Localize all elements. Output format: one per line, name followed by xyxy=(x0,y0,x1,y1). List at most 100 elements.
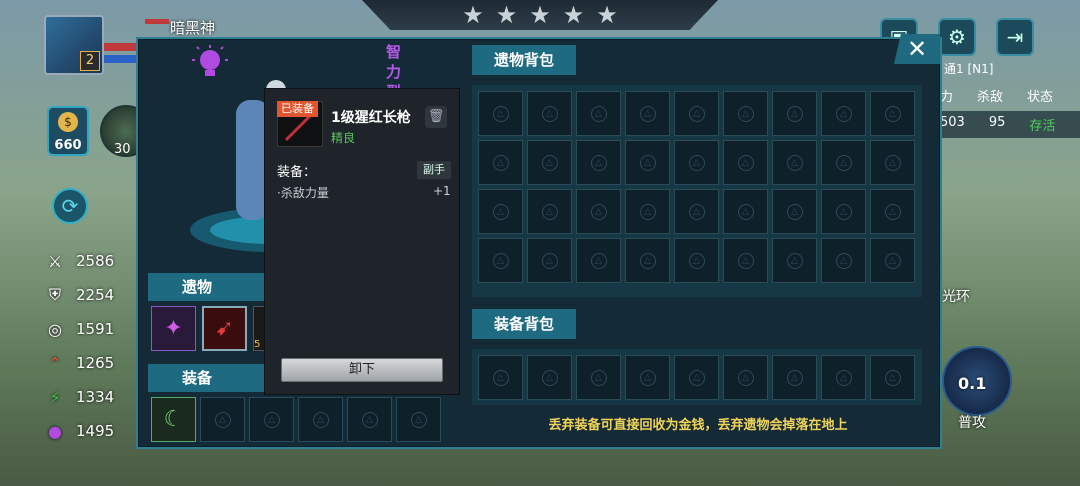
relic-bag-slot[interactable]: △ xyxy=(478,140,523,185)
relic-bag-slot[interactable]: △ xyxy=(527,91,572,136)
relic-bag-slot[interactable]: △ xyxy=(723,189,768,234)
relic-bag-slot[interactable]: △ xyxy=(576,140,621,185)
empty-slot-icon: △ xyxy=(639,369,656,386)
empty-slot-icon: △ xyxy=(786,369,803,386)
relic-bag-slot[interactable]: △ xyxy=(625,140,670,185)
empty-slot-icon: △ xyxy=(786,203,803,220)
relic-bag-slot[interactable]: △ xyxy=(821,189,866,234)
relic-bag-slot[interactable]: △ xyxy=(478,91,523,136)
equip-bag-slot[interactable]: △ xyxy=(870,355,915,400)
relic-bag-slot[interactable]: △ xyxy=(772,189,817,234)
equip-bag-slot[interactable]: △ xyxy=(625,355,670,400)
relic-bag-slot[interactable]: △ xyxy=(527,140,572,185)
empty-slot-icon: △ xyxy=(786,154,803,171)
player-avatar[interactable]: 2 xyxy=(44,15,104,75)
relic-bag-slot[interactable]: △ xyxy=(625,189,670,234)
equip-slot[interactable]: △ xyxy=(396,397,441,442)
relic-bag-slot[interactable]: △ xyxy=(625,91,670,136)
equip-slot[interactable]: △ xyxy=(249,397,294,442)
relic-slot-1[interactable]: ✦ xyxy=(151,306,196,351)
relic-section-tab[interactable]: 遗物 xyxy=(148,273,264,301)
equip-bag-slot[interactable]: △ xyxy=(772,355,817,400)
star-icon: ★ xyxy=(529,1,551,29)
relic-bag-slot[interactable]: △ xyxy=(527,189,572,234)
refresh-icon[interactable]: ⟳ xyxy=(52,188,88,224)
relic-bag-slot[interactable]: △ xyxy=(870,189,915,234)
relic-bag-slot[interactable]: △ xyxy=(772,140,817,185)
money-bag-icon: $ xyxy=(58,112,78,132)
stat-value: 1334 xyxy=(76,388,115,406)
equip-bag-title: 装备背包 xyxy=(472,309,576,339)
relic-bag-slot[interactable]: △ xyxy=(723,140,768,185)
item-rarity: 精良 xyxy=(331,131,356,145)
equip-bag-grid: △ △ △ △ △ △ △ △ △ xyxy=(478,355,915,400)
relic-bag-slot[interactable]: △ xyxy=(772,91,817,136)
stat-value: 2586 xyxy=(76,252,115,270)
empty-slot-icon: △ xyxy=(688,154,705,171)
relic-bag-slot[interactable]: △ xyxy=(772,238,817,283)
hand-badge: 副手 xyxy=(417,161,451,179)
relic-bag-slot[interactable]: △ xyxy=(625,238,670,283)
equip-bag-slot[interactable]: △ xyxy=(723,355,768,400)
equip-bag-slot[interactable]: △ xyxy=(478,355,523,400)
relic-slot-3-count: 5 xyxy=(254,339,261,350)
relic-bag-slot[interactable]: △ xyxy=(576,189,621,234)
relic-bag-slot[interactable]: △ xyxy=(576,238,621,283)
gear-icon[interactable]: ⚙ xyxy=(938,18,976,56)
relic-bag-slot[interactable]: △ xyxy=(674,91,719,136)
trash-icon[interactable]: 🗑 xyxy=(425,106,447,128)
star-rating: ★ ★ ★ ★ ★ xyxy=(362,0,718,30)
empty-slot-icon: △ xyxy=(884,154,901,171)
equip-slot[interactable]: △ xyxy=(347,397,392,442)
equip-bag-slot[interactable]: △ xyxy=(527,355,572,400)
relic-bag-slot[interactable]: △ xyxy=(821,91,866,136)
equip-section-tab[interactable]: 装备 xyxy=(148,364,264,392)
header-status: 状态 xyxy=(1027,90,1054,105)
empty-slot-icon: △ xyxy=(737,369,754,386)
relic-bag-slot[interactable]: △ xyxy=(870,140,915,185)
stat-row: ⌃ 1265 xyxy=(44,352,114,374)
relic-bag-slot[interactable]: △ xyxy=(870,238,915,283)
stat-value: 2254 xyxy=(76,286,115,304)
player-level-badge: 2 xyxy=(80,51,100,71)
relic-bag-slot[interactable]: △ xyxy=(478,189,523,234)
empty-slot-icon: △ xyxy=(263,411,280,428)
equip-bag-slot[interactable]: △ xyxy=(821,355,866,400)
relic-bag-slot[interactable]: △ xyxy=(674,189,719,234)
aura-label: 光环 xyxy=(942,289,970,305)
stat-row: ⚡ 1334 xyxy=(44,386,114,408)
relic-bag-slot[interactable]: △ xyxy=(723,238,768,283)
close-icon[interactable]: ✕ xyxy=(894,34,940,64)
equip-bag-slot[interactable]: △ xyxy=(576,355,621,400)
relic-bag-slot[interactable]: △ xyxy=(576,91,621,136)
shield-icon: ⛨ xyxy=(48,285,61,304)
exit-icon[interactable]: ⇥ xyxy=(996,18,1034,56)
relic-bag-slot[interactable]: △ xyxy=(674,238,719,283)
equip-bag-slot[interactable]: △ xyxy=(674,355,719,400)
relic-bag-slot[interactable]: △ xyxy=(527,238,572,283)
relic-bag-grid: △ △ △ △ △ △ △ △ △ △ △ △ △ △ △ △ △ △ △ △ △ △ △ △ △ △ △ △ △ △ △ △ △ △ △ △ xyxy=(478,91,915,283)
equip-slot-scythe[interactable]: ☾ xyxy=(151,397,196,442)
relic-bag-slot[interactable]: △ xyxy=(821,238,866,283)
empty-slot-icon: △ xyxy=(590,252,607,269)
relic-bag-slot[interactable]: △ xyxy=(478,238,523,283)
equip-slot[interactable]: △ xyxy=(298,397,343,442)
relic-bag-slot[interactable]: △ xyxy=(821,140,866,185)
relic-bag-slot[interactable]: △ xyxy=(674,140,719,185)
star-icon: ★ xyxy=(462,1,484,29)
relic-bag-slot[interactable]: △ xyxy=(870,91,915,136)
relic-slot-2[interactable]: ➹ xyxy=(202,306,247,351)
effect-name: ·杀敌力量 xyxy=(277,186,329,200)
empty-slot-icon: △ xyxy=(884,105,901,122)
empty-slot-icon: △ xyxy=(835,154,852,171)
empty-slot-icon: △ xyxy=(786,252,803,269)
empty-slot-icon: △ xyxy=(492,252,509,269)
equip-slot[interactable]: △ xyxy=(200,397,245,442)
unequip-button[interactable]: 卸下 xyxy=(281,358,443,382)
empty-slot-icon: △ xyxy=(835,203,852,220)
scythe-icon: ☾ xyxy=(163,407,184,432)
equip-slots: ☾ △ △ △ △ △ xyxy=(151,397,441,442)
relic-bag-slot[interactable]: △ xyxy=(723,91,768,136)
player-name-marker xyxy=(145,19,169,24)
empty-slot-icon: △ xyxy=(590,105,607,122)
